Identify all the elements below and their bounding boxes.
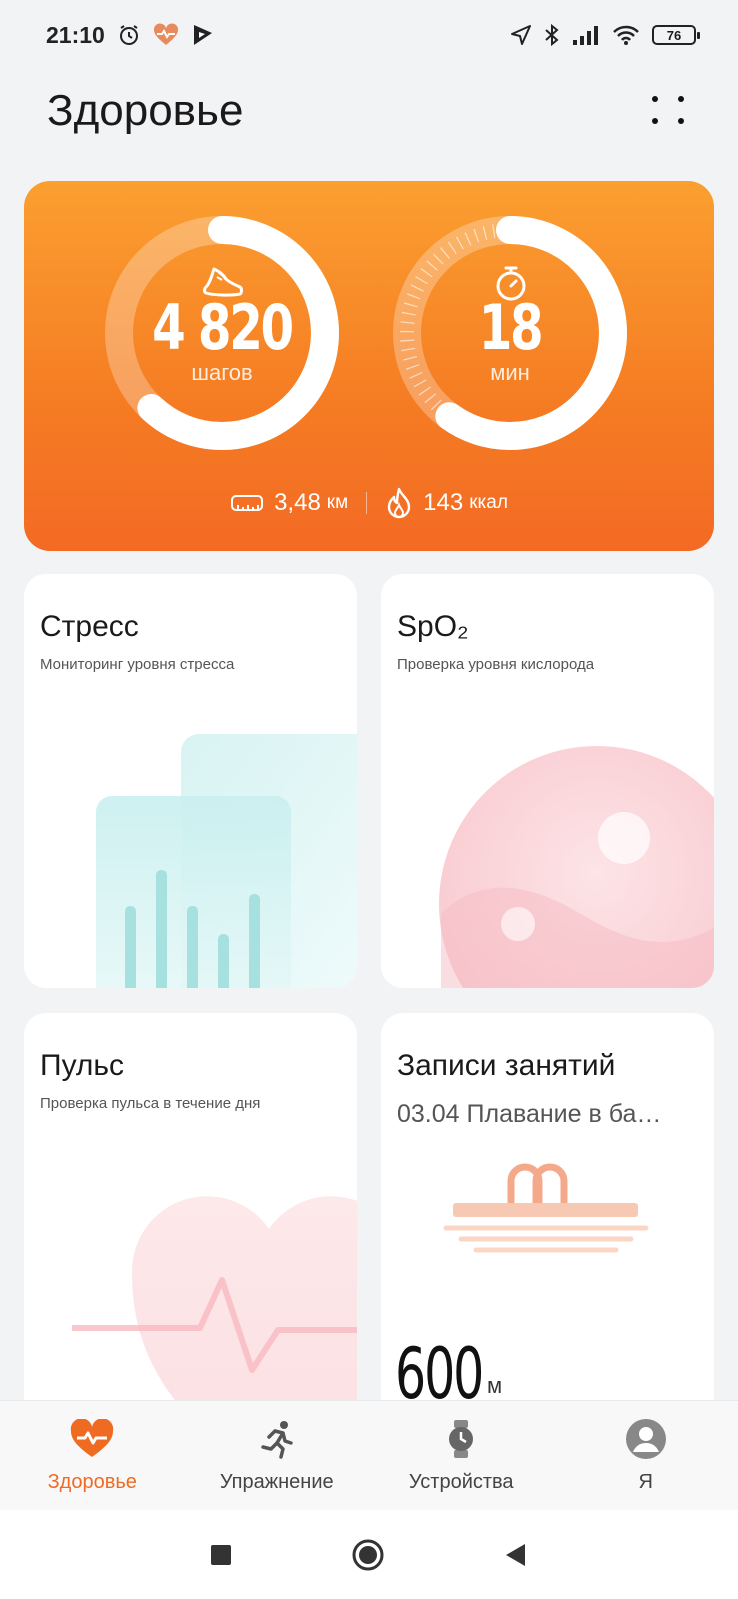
workout-distance-unit: м: [487, 1373, 503, 1398]
bottom-nav: Здоровье Упражнение Устройства Я: [0, 1400, 738, 1510]
minutes-readout: 18 мин: [410, 291, 610, 386]
location-icon: [511, 25, 531, 45]
stress-subtitle: Мониторинг уровня стресса: [40, 656, 235, 673]
nav-me-label: Я: [638, 1471, 653, 1493]
stress-title: Стресс: [40, 610, 139, 643]
steps-value: 4 820: [152, 291, 294, 364]
pulse-title: Пульс: [40, 1049, 125, 1082]
avatar-icon: [625, 1419, 666, 1459]
spo2-tile[interactable]: SpO₂ Проверка уровня кислорода: [381, 574, 714, 988]
pulse-subtitle: Проверка пульса в течение дня: [40, 1095, 261, 1112]
distance-unit: км: [326, 492, 349, 513]
steps-readout: 4 820 шагов: [122, 291, 322, 386]
distance-stat: 3,48 км: [230, 489, 348, 517]
calories-stat: 143 ккал: [385, 487, 508, 519]
stress-tile[interactable]: Стресс Мониторинг уровня стресса: [24, 574, 357, 988]
nav-devices-label: Устройства: [408, 1471, 514, 1493]
runner-icon: [261, 1421, 293, 1459]
minutes-value: 18: [478, 291, 544, 364]
nav-devices[interactable]: Устройства: [369, 1401, 554, 1510]
bluetooth-icon: [545, 23, 559, 47]
spo2-subtitle: Проверка уровня кислорода: [397, 656, 595, 673]
distance-value: 3,48: [274, 489, 321, 516]
play-icon: [193, 25, 212, 45]
workouts-title: Записи занятий: [397, 1049, 616, 1082]
battery-icon: 76: [652, 25, 700, 45]
header: Здоровье: [0, 70, 738, 170]
health-heart-icon: [153, 23, 178, 45]
nav-health-label: Здоровье: [47, 1471, 137, 1493]
more-grid-icon[interactable]: [650, 92, 686, 128]
system-nav: [0, 1510, 738, 1599]
home-icon[interactable]: [351, 1538, 385, 1572]
nav-exercise-label: Упражнение: [219, 1471, 334, 1493]
signal-icon: [573, 26, 598, 45]
workout-records-tile[interactable]: Записи занятий 03.04 Плавание в ба… 600 …: [381, 1013, 714, 1433]
calories-value: 143: [423, 489, 464, 516]
heart-pulse-icon: [71, 1419, 114, 1457]
spo2-title: SpO₂: [397, 610, 469, 643]
alarm-icon: [119, 25, 138, 45]
status-bar: 21:10 76: [0, 0, 738, 70]
wifi-icon: [613, 25, 639, 45]
watch-icon: [449, 1420, 474, 1458]
ruler-icon: [231, 495, 264, 511]
nav-exercise[interactable]: Упражнение: [185, 1401, 370, 1510]
nav-me[interactable]: Я: [554, 1401, 738, 1510]
flame-icon: [387, 487, 411, 519]
workouts-subtitle: 03.04 Плавание в ба…: [397, 1100, 662, 1128]
recent-apps-icon[interactable]: [209, 1543, 233, 1567]
page-title: Здоровье: [47, 86, 244, 135]
nav-health[interactable]: Здоровье: [0, 1401, 185, 1510]
pulse-tile[interactable]: Пульс Проверка пульса в течение дня: [24, 1013, 357, 1433]
activity-card[interactable]: 4 820 шагов 18 мин 3,48 км 143 ккал: [24, 181, 714, 551]
status-time: 21:10: [46, 21, 105, 48]
battery-level: 76: [666, 27, 682, 43]
back-icon[interactable]: [503, 1542, 529, 1568]
activity-stats: 3,48 км 143 ккал: [24, 487, 714, 519]
calories-unit: ккал: [469, 492, 508, 513]
stats-divider: [366, 492, 368, 514]
